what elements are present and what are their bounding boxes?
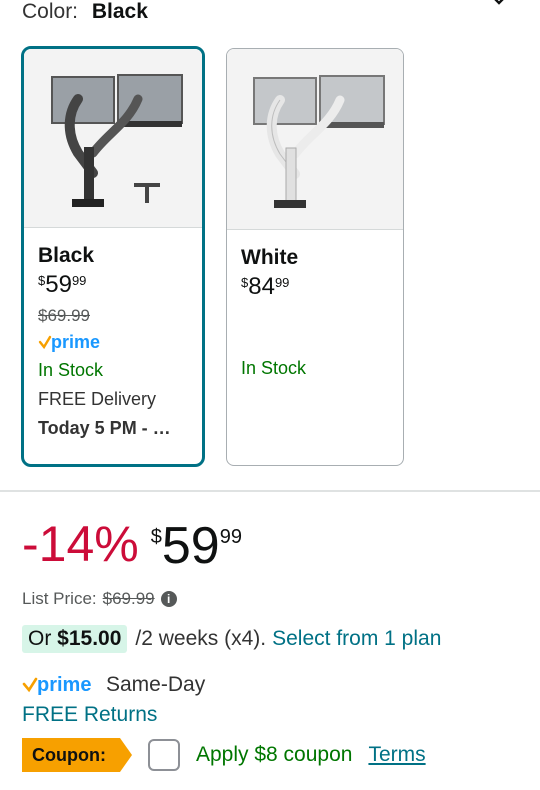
option-stock: In Stock: [38, 360, 104, 380]
option-delivery-time: Today 5 PM - …: [38, 418, 171, 438]
plan-schedule: /2 weeks (x4).: [135, 627, 267, 650]
apply-coupon-label[interactable]: Apply $8 coupon: [196, 743, 352, 767]
select-plan-link[interactable]: Select from 1 plan: [272, 627, 441, 651]
list-price-label: List Price:: [22, 589, 97, 608]
color-label: Color:: [22, 0, 79, 23]
plan-amount-pill: Or $15.00: [22, 625, 128, 653]
color-option-white[interactable]: White $8499 In Stock: [226, 48, 404, 466]
coupon-row: Coupon: Apply $8 coupon Terms: [22, 738, 426, 772]
color-row: Color: Black: [22, 0, 148, 24]
option-list-price: $69.99: [38, 306, 90, 325]
list-price-value: $69.99: [102, 589, 155, 608]
coupon-badge: Coupon:: [22, 738, 132, 772]
list-price: List Price: $69.99 i: [22, 589, 177, 609]
prime-text: prime: [51, 332, 100, 352]
coupon-checkbox[interactable]: [147, 739, 180, 771]
price-block: -14% $ 59 99: [22, 514, 242, 578]
same-day-text: Same-Day: [106, 673, 206, 696]
option-stock: In Stock: [241, 358, 307, 378]
close-icon[interactable]: [486, 0, 512, 12]
color-option-black[interactable]: Black $5999 $69.99 prime In Stock FREE D…: [21, 46, 205, 467]
current-price: $ 59 99: [150, 517, 242, 575]
product-image-black: [24, 49, 202, 228]
discount-percent: -14%: [22, 516, 139, 572]
color-value: Black: [91, 0, 148, 23]
divider: [0, 490, 540, 492]
free-returns-link[interactable]: FREE Returns: [22, 703, 157, 727]
option-name: Black: [38, 244, 95, 267]
option-price: $8499: [241, 273, 290, 300]
option-price: $5999: [38, 271, 87, 298]
prime-badge: prime: [38, 332, 188, 354]
product-image-white: [227, 49, 403, 230]
prime-logo-icon: prime: [22, 674, 91, 696]
coupon-terms-link[interactable]: Terms: [368, 743, 425, 767]
svg-text:prime: prime: [37, 674, 91, 696]
option-delivery: FREE Delivery: [38, 389, 157, 409]
option-name: White: [241, 246, 299, 269]
prime-same-day: prime Same-Day: [22, 673, 205, 697]
payment-plan: Or $15.00 /2 weeks (x4). Select from 1 p…: [22, 625, 441, 653]
info-icon[interactable]: i: [160, 591, 177, 607]
